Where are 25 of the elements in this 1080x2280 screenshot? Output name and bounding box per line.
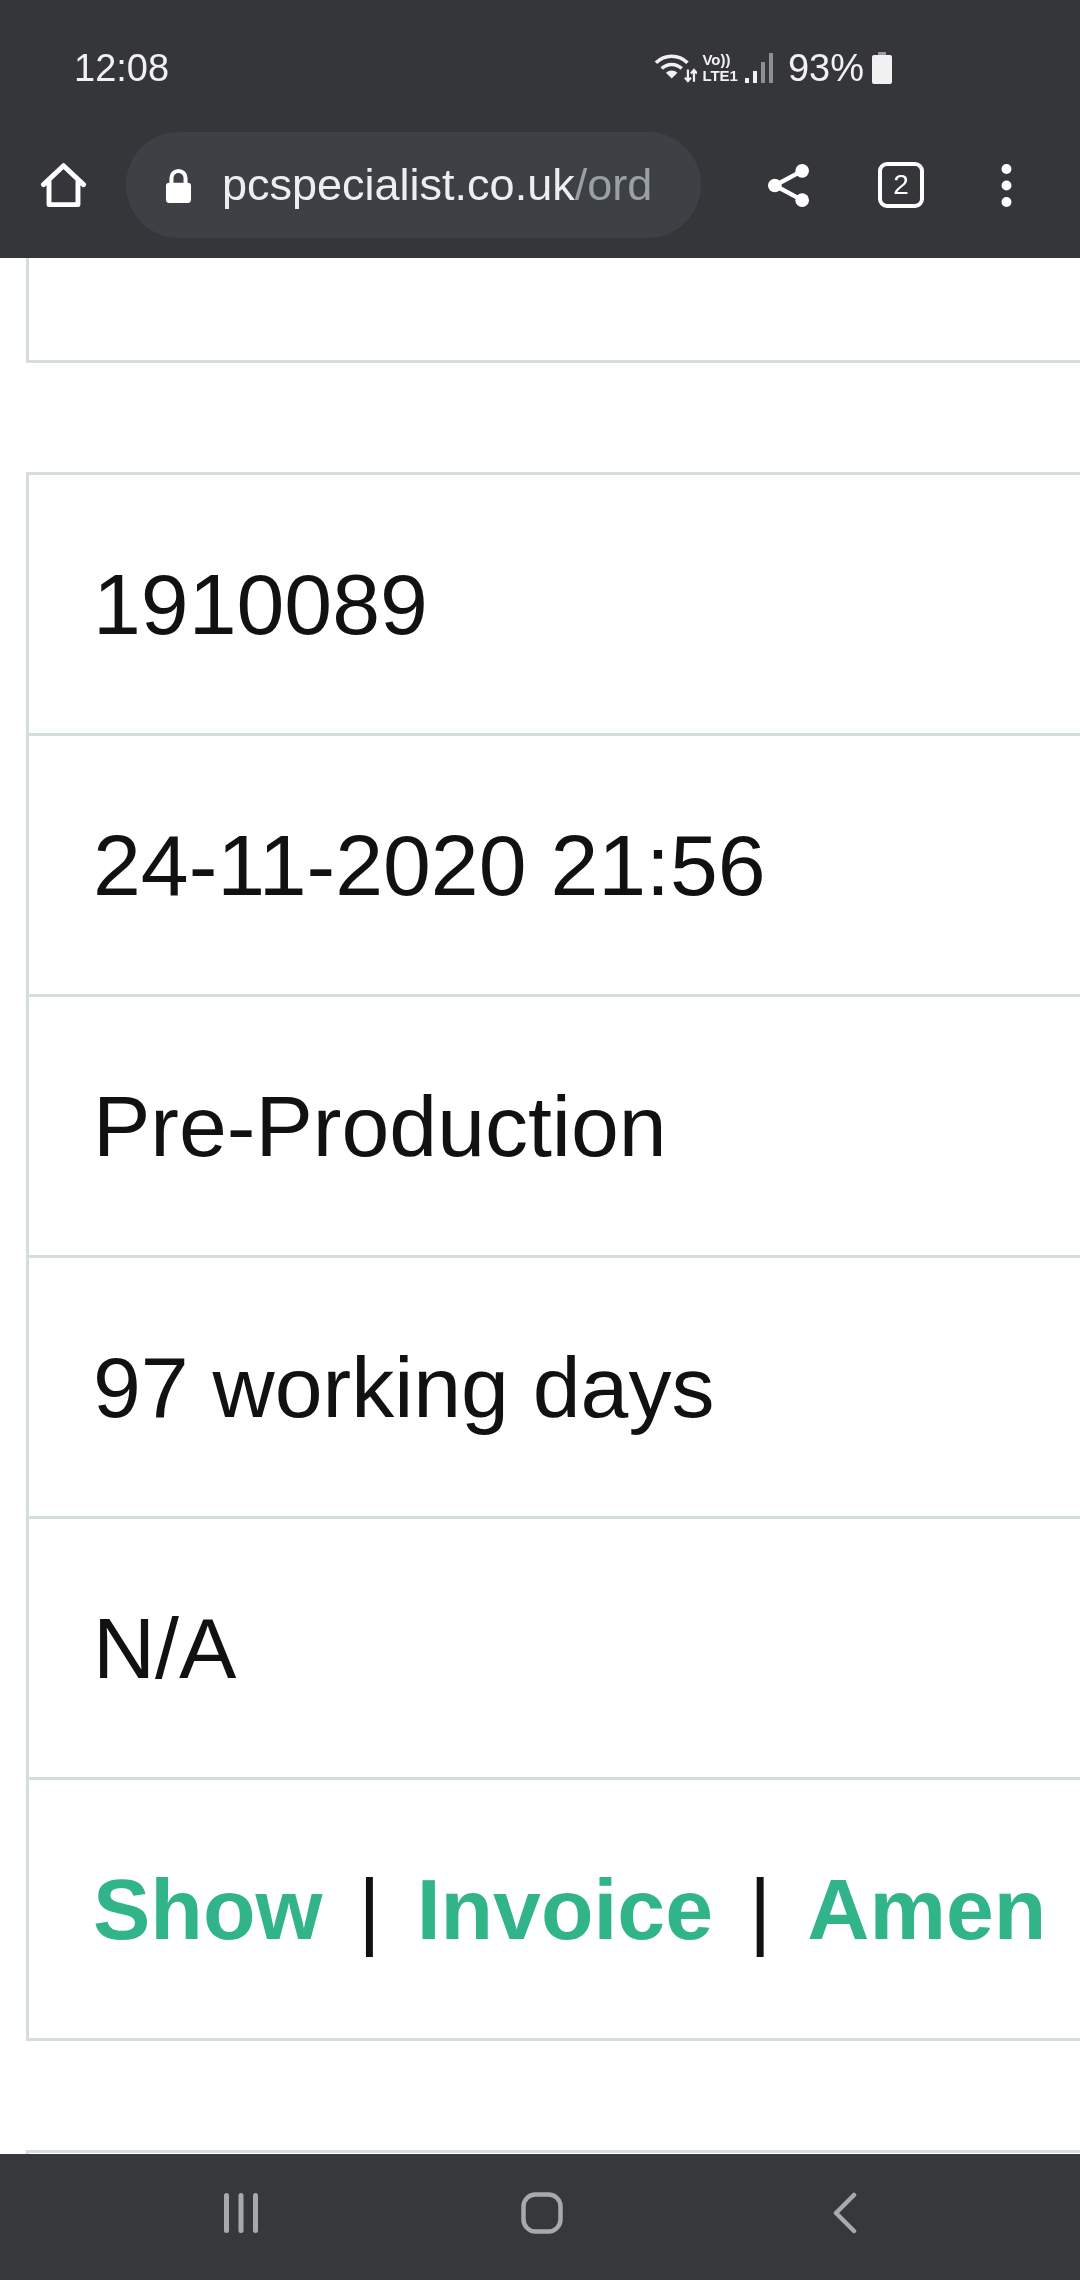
link-separator: | bbox=[358, 1860, 381, 1959]
detail-value: 1910089 bbox=[93, 555, 428, 654]
tab-switcher-button[interactable]: 2 bbox=[878, 162, 924, 208]
action-link[interactable]: Invoice bbox=[416, 1857, 713, 1961]
home-icon[interactable] bbox=[521, 2192, 563, 2234]
detail-value: N/A bbox=[93, 1599, 237, 1698]
detail-value: 24-11-2020 21:56 bbox=[93, 816, 766, 915]
address-bar[interactable]: pcspecialist.co.uk/ord bbox=[126, 132, 701, 238]
url-text: pcspecialist.co.uk/ord bbox=[222, 158, 653, 212]
detail-value: Pre-Production bbox=[93, 1077, 667, 1176]
detail-value: 97 working days bbox=[93, 1338, 715, 1437]
action-link[interactable]: Amen bbox=[807, 1857, 1047, 1961]
action-link[interactable]: Show bbox=[93, 1857, 323, 1961]
volte-indicator: Vo)) LTE1 bbox=[702, 52, 738, 84]
back-icon[interactable] bbox=[832, 2192, 858, 2234]
link-separator: | bbox=[749, 1860, 772, 1959]
lock-icon bbox=[164, 167, 193, 203]
clock-time: 12:08 bbox=[74, 46, 170, 90]
battery-percent: 93% bbox=[787, 46, 864, 90]
recents-icon[interactable] bbox=[222, 2192, 260, 2234]
wifi-icon bbox=[654, 52, 698, 84]
battery-icon bbox=[871, 52, 893, 84]
share-icon[interactable] bbox=[768, 163, 809, 207]
signal-icon bbox=[744, 53, 773, 83]
menu-icon[interactable] bbox=[999, 163, 1014, 207]
